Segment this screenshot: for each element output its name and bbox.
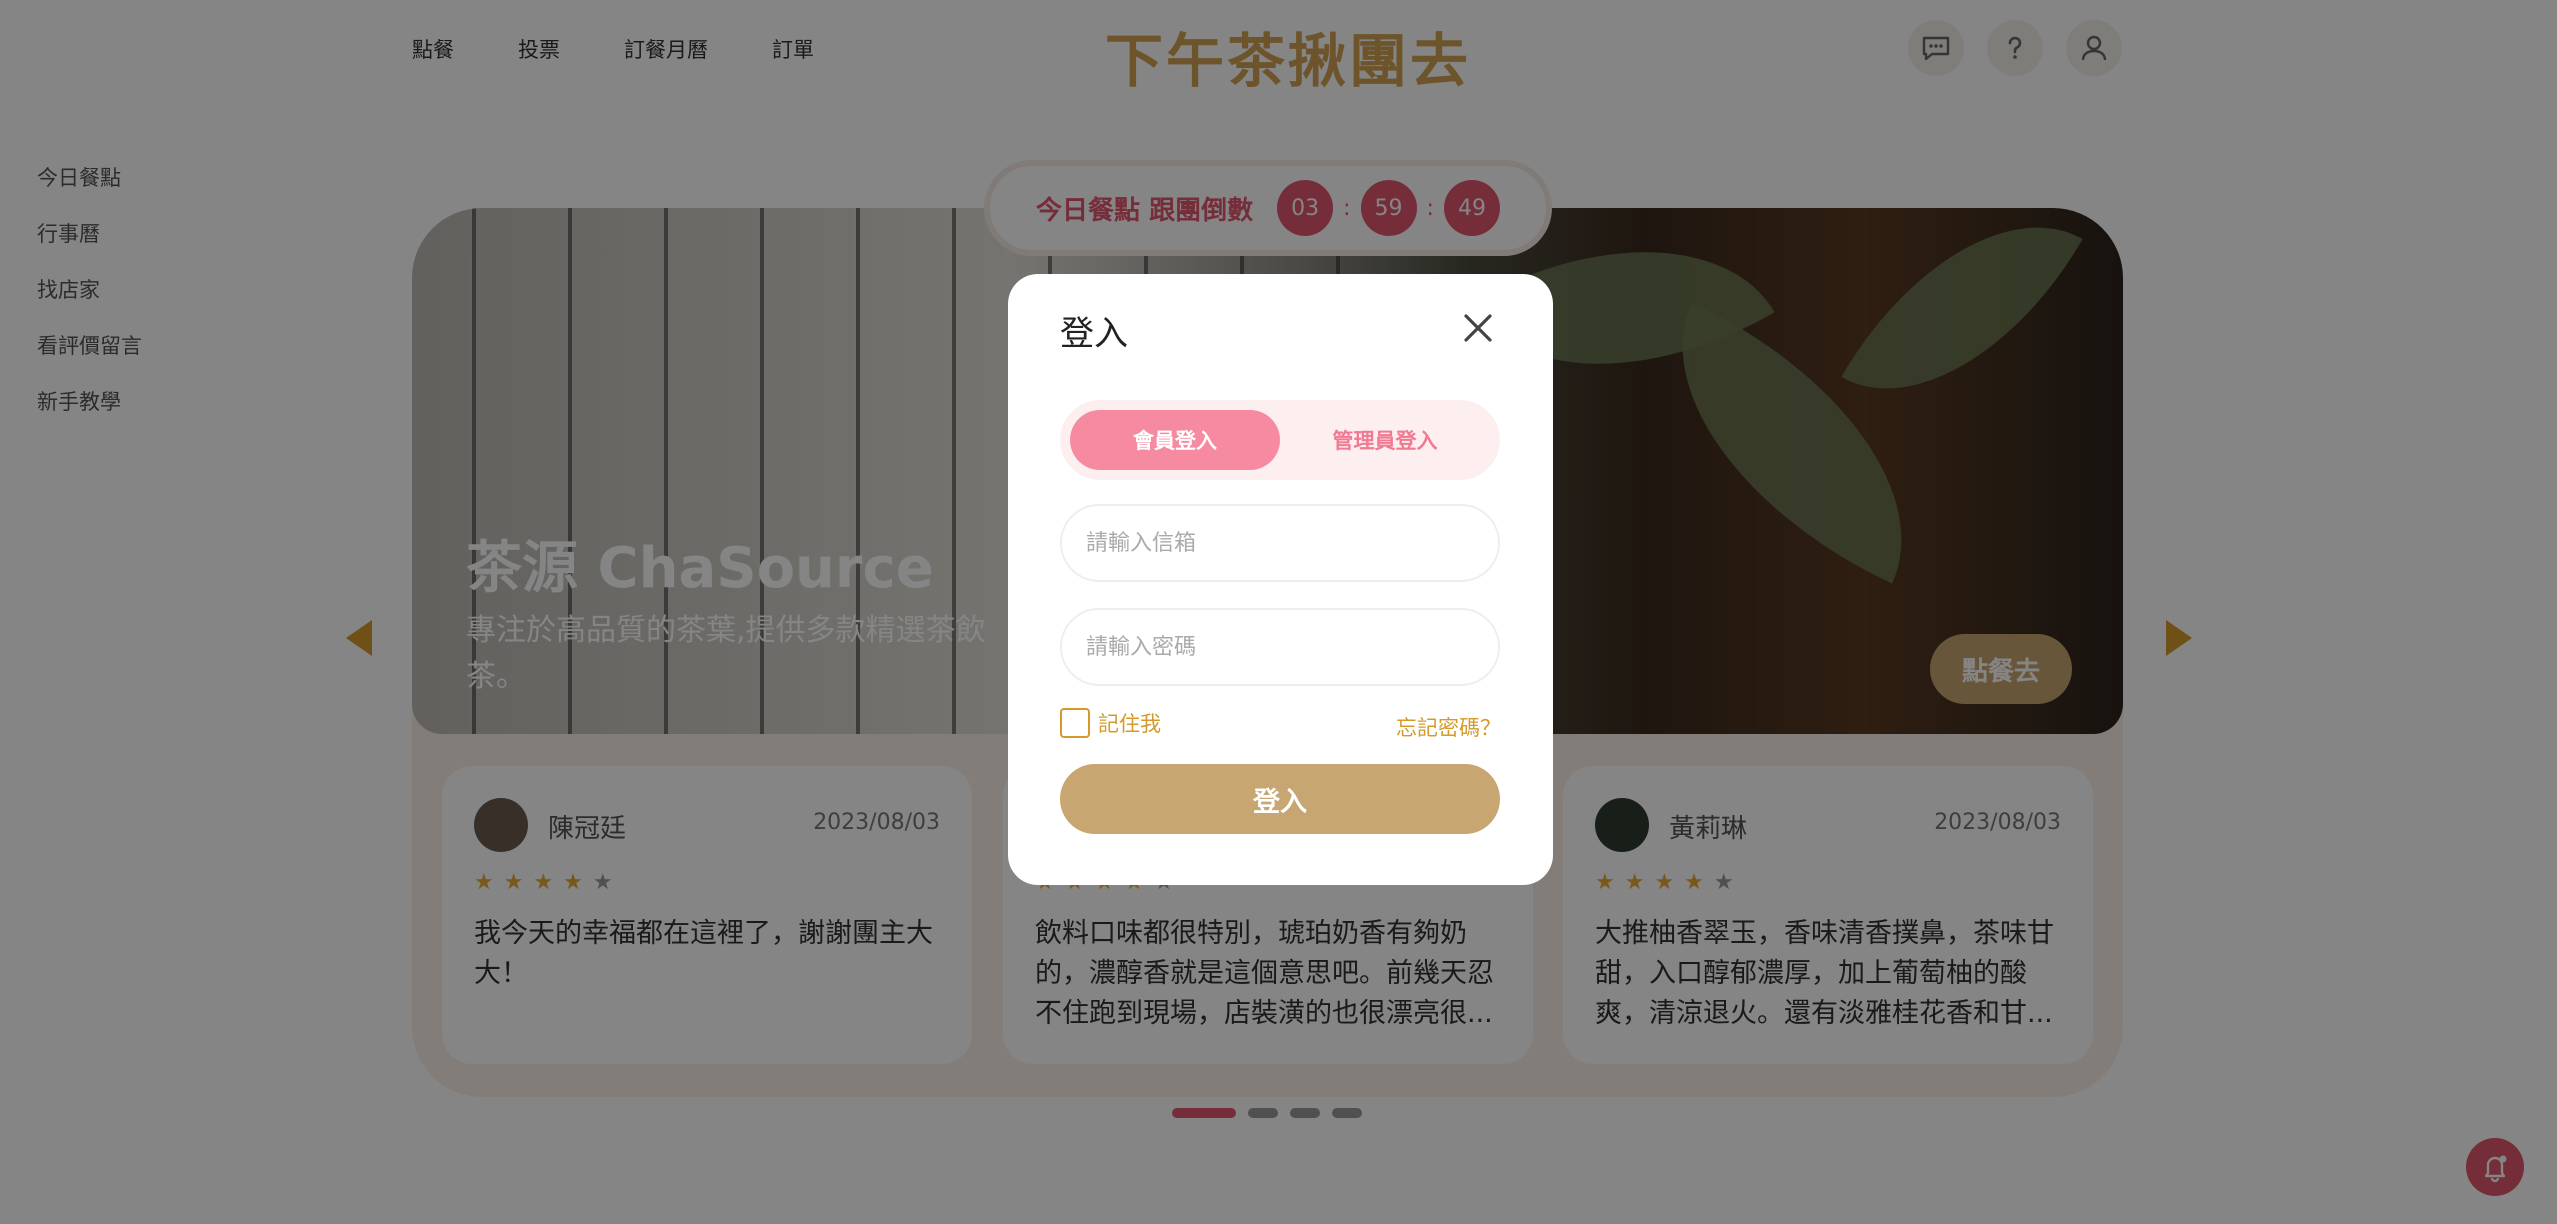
remember-checkbox[interactable] [1060, 708, 1090, 738]
remember-me[interactable]: 記住我 [1060, 708, 1161, 738]
remember-label: 記住我 [1098, 712, 1161, 736]
login-tabs: 會員登入 管理員登入 [1060, 400, 1500, 480]
password-field[interactable] [1060, 608, 1500, 686]
login-modal: 登入 會員登入 管理員登入 記住我 忘記密碼？ 登入 [1008, 274, 1553, 885]
email-field[interactable] [1060, 504, 1500, 582]
tab-admin-login[interactable]: 管理員登入 [1280, 410, 1490, 470]
tab-member-login[interactable]: 會員登入 [1070, 410, 1280, 470]
modal-title: 登入 [1060, 314, 1128, 354]
login-button[interactable]: 登入 [1060, 764, 1500, 834]
forgot-password-link[interactable]: 忘記密碼？ [1396, 712, 1501, 742]
close-icon[interactable] [1458, 308, 1498, 348]
